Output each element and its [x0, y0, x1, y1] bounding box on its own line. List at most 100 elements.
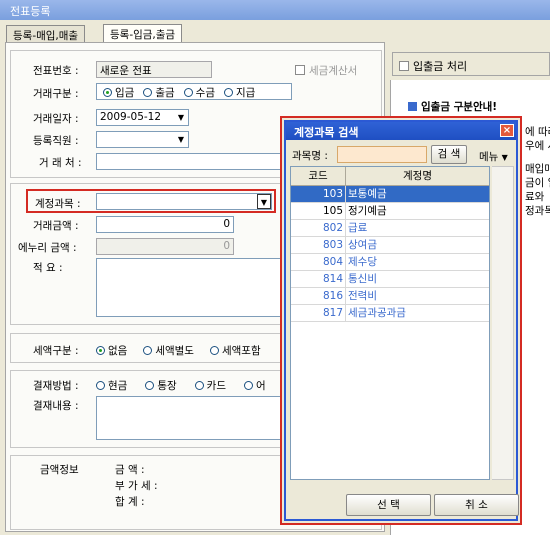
chevron-down-icon[interactable]: ▼ — [174, 132, 188, 147]
table-row[interactable]: 816 전력비 — [291, 288, 489, 305]
radio-label: 지급 — [235, 87, 256, 99]
grid-header: 코드 계정명 — [291, 167, 489, 186]
staff-select[interactable]: ▼ — [96, 131, 189, 148]
radio-deposit[interactable]: 입금 — [103, 85, 135, 99]
guide-title: 입출금 구분안내! — [408, 99, 497, 114]
row-name: 세금과공과금 — [348, 307, 406, 319]
guide-line: 매입매 — [525, 163, 550, 175]
trade-type-label: 거래구분 : — [33, 88, 79, 100]
radio-card[interactable]: 카드 — [194, 378, 226, 393]
row-code: 814 — [291, 271, 346, 287]
trade-date-value: 2009-05-12 — [100, 111, 162, 123]
amount-info-vat: 부 가 세 : — [115, 480, 158, 492]
select-button[interactable]: 선 택 — [346, 494, 431, 516]
amount-info-total: 금 액 : — [115, 464, 145, 476]
menu-button[interactable]: 메뉴 ▼ — [479, 149, 508, 164]
radio-other[interactable]: 어 — [243, 378, 266, 393]
row-name: 제수당 — [348, 256, 377, 268]
table-row[interactable]: 802 급료 — [291, 220, 489, 237]
close-icon[interactable]: × — [500, 124, 514, 137]
radio-tax-separate[interactable]: 세액별도 — [143, 343, 194, 358]
radio-label: 현금 — [108, 380, 128, 392]
radio-cash[interactable]: 현금 — [96, 378, 127, 393]
table-row[interactable]: 105 정기예금 — [291, 203, 489, 220]
window-title: 전표등록 — [0, 0, 550, 20]
partner-field[interactable] — [96, 153, 286, 170]
radio-tax-none[interactable]: 없음 — [96, 343, 127, 358]
radio-icon — [145, 381, 155, 390]
trade-date-field[interactable]: 2009-05-12 ▼ — [96, 109, 189, 126]
search-button[interactable]: 검 색 — [431, 145, 467, 164]
amount-info-label: 금액정보 — [40, 464, 79, 476]
radio-pay[interactable]: 지급 — [223, 85, 256, 99]
row-name: 상여금 — [348, 239, 377, 251]
search-input[interactable] — [337, 146, 427, 163]
tab-sales[interactable]: 등록-매입,매출 — [6, 25, 86, 43]
tax-type-label: 세액구분 : — [33, 345, 79, 357]
trade-date-label: 거래일자 : — [33, 113, 79, 125]
guide-line: 에 따라 — [525, 126, 550, 138]
account-label: 계정과목 : — [35, 198, 81, 210]
table-row[interactable]: 103 보통예금 — [291, 186, 489, 203]
radio-icon — [103, 88, 112, 97]
radio-icon — [194, 381, 204, 390]
radio-bankbook[interactable]: 통장 — [145, 378, 177, 393]
staff-label: 등록직원 : — [33, 135, 79, 147]
radio-collect[interactable]: 수금 — [183, 85, 215, 99]
grid-scrollbar-area — [492, 166, 514, 480]
dialog-title-text: 계정과목 검색 — [294, 126, 359, 139]
col-name[interactable]: 계정명 — [346, 167, 489, 185]
radio-label: 세액포함 — [221, 345, 261, 357]
row-code: 817 — [291, 305, 346, 321]
radio-icon — [96, 381, 105, 390]
tax-type-radio-group: 없음 세액별도 세액포함 — [96, 343, 261, 358]
col-code[interactable]: 코드 — [291, 167, 346, 185]
table-row[interactable]: 804 제수당 — [291, 254, 489, 271]
row-code: 803 — [291, 237, 346, 253]
checkbox-icon — [295, 65, 305, 75]
radio-icon — [209, 346, 219, 355]
etc-amount-label: 에누리 금액 : — [18, 242, 77, 254]
radio-icon — [223, 88, 233, 97]
pay-content-textarea[interactable] — [96, 396, 286, 440]
amount-label: 거래금액 : — [33, 220, 79, 232]
radio-label: 수금 — [195, 87, 215, 99]
radio-tax-included[interactable]: 세액포함 — [209, 343, 261, 358]
deposit-process-checkbox[interactable]: 입출금 처리 — [392, 52, 550, 76]
guide-line: 금이 일 — [525, 177, 550, 189]
radio-label: 입금 — [115, 87, 135, 99]
chevron-down-icon[interactable]: ▼ — [174, 110, 188, 125]
trade-type-radio-group: 입금 출금 수금 지급 — [96, 83, 292, 100]
table-row[interactable]: 814 통신비 — [291, 271, 489, 288]
cancel-button[interactable]: 취 소 — [434, 494, 519, 516]
account-select[interactable]: ▼ — [96, 193, 272, 210]
row-name: 전력비 — [348, 290, 377, 302]
radio-withdraw[interactable]: 출금 — [143, 85, 175, 99]
radio-icon — [96, 346, 105, 355]
dialog-frame: 계정과목 검색 × 과목명 : 검 색 메뉴 ▼ 코드 계정명 103 보통예금 1… — [284, 120, 519, 521]
row-code: 103 — [291, 186, 346, 202]
voucher-no-label: 전표번호 : — [33, 65, 79, 77]
menu-label: 메뉴 — [479, 151, 499, 163]
checkbox-icon — [399, 61, 409, 71]
row-code: 804 — [291, 254, 346, 270]
chevron-down-icon[interactable]: ▼ — [257, 194, 271, 209]
row-code: 105 — [291, 203, 346, 219]
radio-label: 카드 — [206, 380, 226, 392]
memo-label: 적 요 : — [33, 262, 63, 274]
account-grid: 코드 계정명 103 보통예금 105 정기예금 802 급료 803 상여금 804 제… — [290, 166, 490, 480]
table-row[interactable]: 803 상여금 — [291, 237, 489, 254]
memo-textarea[interactable] — [96, 258, 286, 317]
guide-title-text: 입출금 구분안내! — [421, 101, 498, 113]
table-row[interactable]: 817 세금과공과금 — [291, 305, 489, 322]
row-name: 통신비 — [348, 273, 377, 285]
tax-invoice-checkbox[interactable]: 세금계산서 — [295, 63, 357, 78]
row-name: 정기예금 — [348, 205, 387, 217]
guide-line: 정과목 — [525, 205, 550, 217]
etc-amount-field: 0 — [96, 238, 234, 255]
dialog-title: 계정과목 검색 × — [286, 122, 516, 140]
amount-field[interactable]: 0 — [96, 216, 234, 233]
tab-deposit[interactable]: 등록-입금,출금 — [103, 24, 183, 43]
partner-label: 거 래 처 : — [39, 157, 82, 169]
account-search-dialog: 계정과목 검색 × 과목명 : 검 색 메뉴 ▼ 코드 계정명 103 보통예금 1… — [280, 116, 522, 525]
